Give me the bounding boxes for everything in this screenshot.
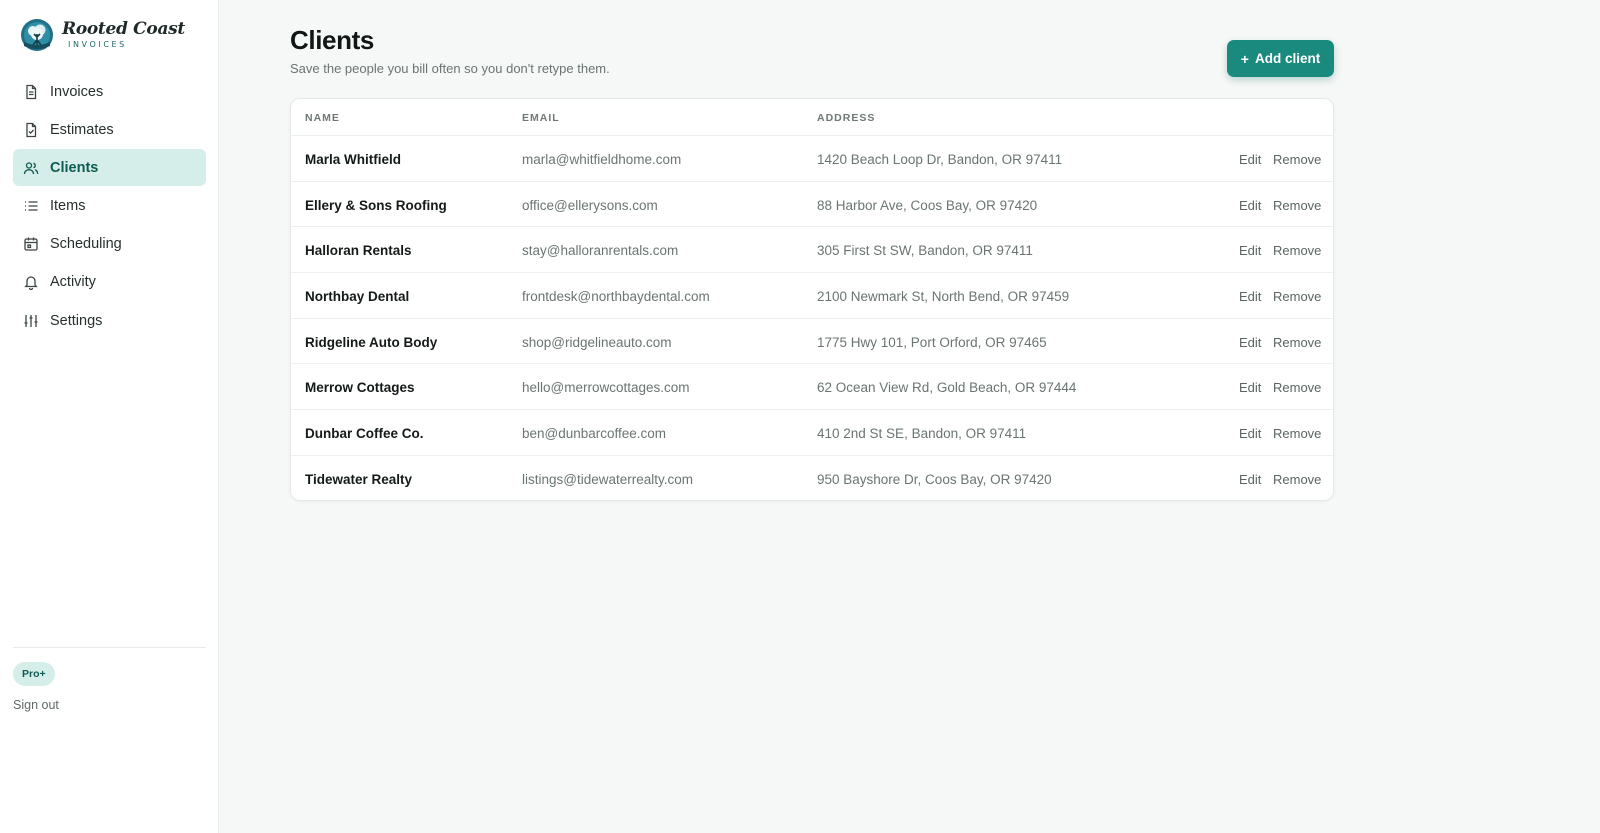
remove-client-link[interactable]: Remove	[1273, 426, 1321, 441]
client-name: Tidewater Realty	[305, 471, 413, 487]
edit-client-link[interactable]: Edit	[1239, 243, 1261, 258]
client-address: 305 First St SW, Bandon, OR 97411	[817, 243, 1033, 259]
client-name: Marla Whitfield	[305, 152, 402, 167]
file-icon	[23, 84, 39, 100]
sidebar-item-label: Scheduling	[50, 236, 122, 253]
page-subtitle: Save the people you bill often so you do…	[290, 61, 610, 76]
client-email: stay@halloranrentals.com	[522, 243, 679, 259]
client-address: 1420 Beach Loop Dr, Bandon, OR 97411	[817, 152, 1063, 167]
client-address: 1775 Hwy 101, Port Orford, OR 97465	[817, 334, 1047, 350]
sidebar-item-scheduling[interactable]: Scheduling	[13, 226, 206, 263]
client-address: 62 Ocean View Rd, Gold Beach, OR 97444	[817, 380, 1077, 396]
edit-client-link[interactable]: Edit	[1239, 152, 1261, 167]
sidebar-item-label: Activity	[50, 274, 96, 291]
column-header-email[interactable]: EMAIL	[522, 112, 560, 124]
client-name: Ellery & Sons Roofing	[305, 197, 447, 213]
sidebar-divider	[13, 647, 206, 648]
client-address: 950 Bayshore Dr, Coos Bay, OR 97420	[817, 471, 1052, 487]
sidebar-item-label: Invoices	[50, 83, 104, 100]
column-header-address[interactable]: ADDRESS	[817, 112, 875, 124]
sidebar-item-clients[interactable]: Clients	[13, 149, 206, 187]
bell-icon	[23, 274, 39, 291]
file-check-icon	[23, 122, 39, 138]
sidebar-item-label: Settings	[50, 312, 103, 329]
table-header: NAME EMAIL ADDRESS	[291, 99, 1333, 136]
sidebar-item-label: Clients	[50, 159, 99, 176]
remove-client-link[interactable]: Remove	[1273, 243, 1321, 258]
sliders-icon	[23, 313, 39, 329]
plus-icon: +	[1240, 50, 1249, 67]
tree-logo-icon	[21, 19, 53, 51]
column-header-name[interactable]: NAME	[305, 112, 340, 124]
client-address: 88 Harbor Ave, Coos Bay, OR 97420	[817, 197, 1038, 213]
sidebar-nav: Invoices Estimates Clients Items Schedul…	[13, 73, 206, 340]
page-title: Clients	[290, 25, 374, 55]
client-email: hello@merrowcottages.com	[522, 380, 690, 396]
client-email: listings@tidewaterrealty.com	[522, 471, 694, 487]
plan-badge: Pro+	[13, 662, 55, 686]
table-row[interactable]: Northbay Dental frontdesk@northbaydental.…	[291, 273, 1333, 319]
table-row[interactable]: Ridgeline Auto Body shop@ridgelineauto.co…	[291, 319, 1333, 365]
remove-client-link[interactable]: Remove	[1273, 380, 1321, 395]
client-name: Merrow Cottages	[305, 380, 415, 396]
client-name: Ridgeline Auto Body	[305, 334, 438, 350]
client-name: Halloran Rentals	[305, 243, 412, 259]
edit-client-link[interactable]: Edit	[1239, 426, 1261, 441]
client-name: Northbay Dental	[305, 289, 410, 305]
client-address: 410 2nd St SE, Bandon, OR 97411	[817, 426, 1027, 442]
logo-subtitle: INVOICES	[68, 40, 127, 49]
client-email: ben@dunbarcoffee.com	[522, 426, 667, 442]
client-email: marla@whitfieldhome.com	[522, 152, 682, 167]
table-row[interactable]: Marla Whitfield marla@whitfieldhome.com 14…	[291, 136, 1333, 182]
sidebar-item-invoices[interactable]: Invoices	[13, 73, 206, 110]
edit-client-link[interactable]: Edit	[1239, 198, 1261, 213]
list-icon	[23, 198, 39, 214]
client-email: office@ellerysons.com	[522, 197, 658, 213]
edit-client-link[interactable]: Edit	[1239, 289, 1261, 304]
client-email: frontdesk@northbaydental.com	[522, 289, 710, 305]
table-row[interactable]: Tidewater Realty listings@tidewaterrealty…	[291, 456, 1333, 500]
client-email: shop@ridgelineauto.com	[522, 334, 672, 350]
app-logo[interactable]: Rooted Coast INVOICES	[20, 18, 185, 52]
remove-client-link[interactable]: Remove	[1273, 335, 1321, 350]
client-name: Dunbar Coffee Co.	[305, 426, 424, 442]
table-row[interactable]: Halloran Rentals stay@halloranrentals.com…	[291, 227, 1333, 274]
remove-client-link[interactable]: Remove	[1273, 472, 1321, 487]
calendar-icon	[23, 236, 39, 252]
edit-client-link[interactable]: Edit	[1239, 380, 1261, 395]
sidebar-item-items[interactable]: Items	[13, 188, 206, 225]
sidebar-item-settings[interactable]: Settings	[13, 302, 206, 339]
table-row[interactable]: Ellery & Sons Roofing office@ellerysons.c…	[291, 182, 1333, 228]
sidebar-item-label: Estimates	[50, 121, 114, 138]
remove-client-link[interactable]: Remove	[1273, 152, 1321, 167]
table-row[interactable]: Dunbar Coffee Co. ben@dunbarcoffee.com 410…	[291, 410, 1333, 456]
sidebar: Rooted Coast INVOICES Invoices Estimates…	[0, 0, 219, 833]
logo-wordmark: Rooted Coast	[62, 19, 185, 39]
client-address: 2100 Newmark St, North Bend, OR 97459	[817, 289, 1070, 305]
remove-client-link[interactable]: Remove	[1273, 289, 1321, 304]
clients-table: NAME EMAIL ADDRESS Marla Whitfield marla@…	[290, 98, 1334, 501]
table-row[interactable]: Merrow Cottages hello@merrowcottages.com 6…	[291, 364, 1333, 411]
sidebar-item-activity[interactable]: Activity	[13, 264, 206, 301]
users-icon	[23, 160, 39, 176]
sidebar-item-estimates[interactable]: Estimates	[13, 111, 206, 148]
edit-client-link[interactable]: Edit	[1239, 472, 1261, 487]
table-body: Marla Whitfield marla@whitfieldhome.com 14…	[291, 136, 1333, 500]
sidebar-item-label: Items	[50, 198, 86, 215]
remove-client-link[interactable]: Remove	[1273, 198, 1321, 213]
add-client-button[interactable]: + Add client	[1227, 40, 1334, 77]
add-client-label: Add client	[1254, 51, 1321, 66]
sign-out-link[interactable]: Sign out	[13, 698, 59, 712]
edit-client-link[interactable]: Edit	[1239, 335, 1261, 350]
